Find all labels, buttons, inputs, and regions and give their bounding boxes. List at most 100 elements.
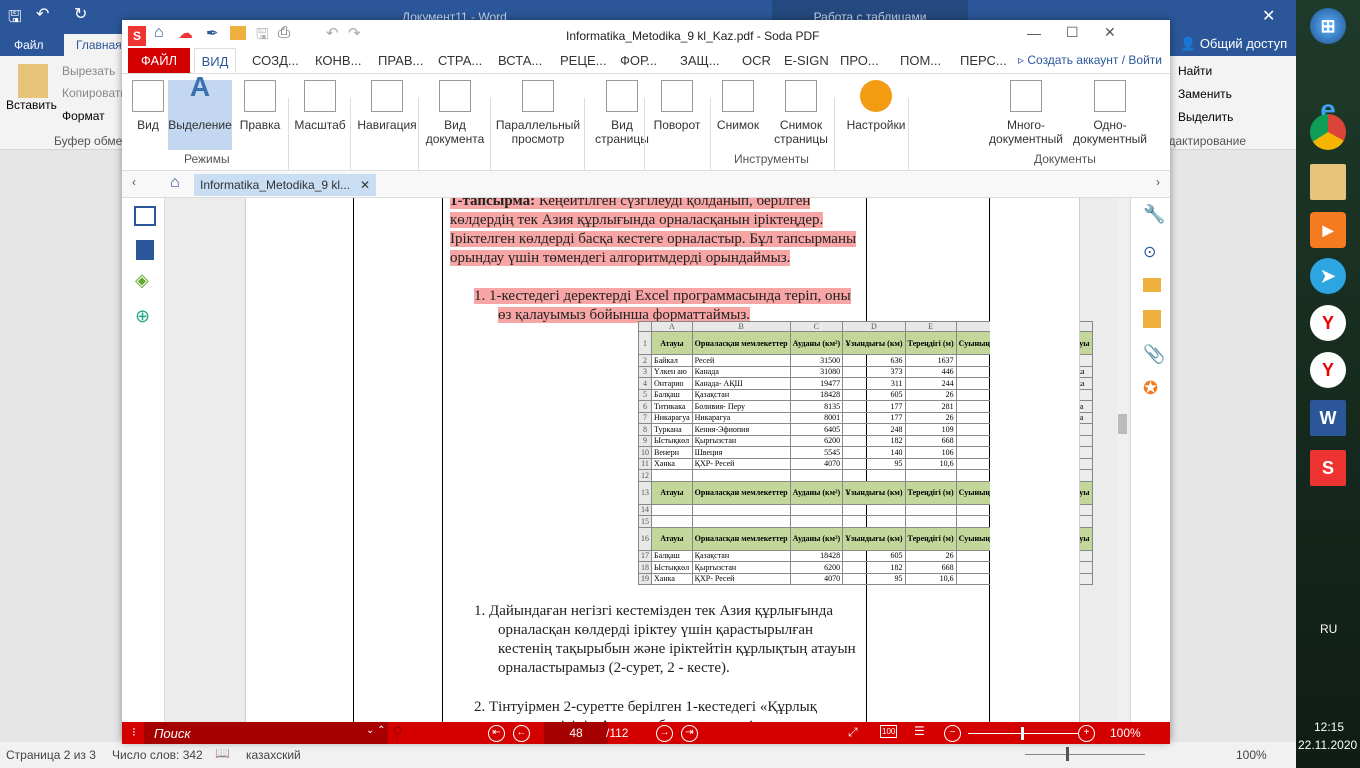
- ribbon-button-snapshot[interactable]: Снимок: [712, 80, 764, 132]
- soda-tab[interactable]: ФОР...: [612, 48, 657, 73]
- zoom-thumb[interactable]: [1066, 747, 1069, 761]
- comment-icon[interactable]: [1143, 310, 1161, 328]
- actual-size-icon[interactable]: 100: [880, 725, 898, 738]
- soda-tab[interactable]: ПРАВ...: [370, 48, 423, 73]
- cloud-icon[interactable]: ☁: [178, 24, 193, 42]
- ribbon-button-edit[interactable]: Правка: [234, 80, 286, 132]
- soda-tab[interactable]: ПРО...: [832, 48, 879, 73]
- search-prev-next-icon[interactable]: ⌄ ⌃: [366, 725, 386, 736]
- grid-icon[interactable]: ⁝: [132, 725, 136, 739]
- share-button[interactable]: 👤 Общий доступ: [1180, 36, 1287, 52]
- page-number-input[interactable]: 48: [544, 722, 608, 744]
- ribbon-button-zoom[interactable]: Масштаб: [290, 80, 350, 132]
- open-folder-icon[interactable]: [230, 26, 246, 40]
- copy-button[interactable]: Копировать: [62, 86, 127, 100]
- ribbon-button-navigation[interactable]: Навигация: [352, 80, 422, 132]
- ribbon-button-multi-document[interactable]: Много-документный: [984, 80, 1068, 146]
- ribbon-button-rotate[interactable]: Поворот: [646, 80, 708, 132]
- fit-width-icon[interactable]: ☰: [914, 724, 925, 738]
- soda-tab[interactable]: OCR: [734, 48, 771, 73]
- format-painter-button[interactable]: Формат: [62, 109, 105, 123]
- media-icon[interactable]: ▶: [1310, 212, 1346, 248]
- telegram-icon[interactable]: ➤: [1310, 258, 1346, 294]
- soda-tab[interactable]: E-SIGN: [776, 48, 829, 73]
- undo-icon[interactable]: ↶: [36, 4, 49, 24]
- ribbon-button-page-snapshot[interactable]: Снимок страницы: [766, 80, 836, 146]
- ribbon-button-select-text[interactable]: A Выделение: [168, 73, 232, 150]
- binoculars-icon[interactable]: ⊙: [1143, 242, 1156, 262]
- proofing-icon[interactable]: 📖: [215, 746, 230, 760]
- zoom-in-icon[interactable]: +: [1078, 725, 1095, 742]
- find-button[interactable]: Найти: [1178, 64, 1212, 78]
- cut-button[interactable]: Вырезать: [62, 64, 115, 78]
- zoom-level[interactable]: 100%: [1110, 726, 1141, 740]
- zoom-slider[interactable]: [1025, 754, 1145, 755]
- scrollbar-thumb[interactable]: [1118, 414, 1127, 434]
- ribbon-button-single-document[interactable]: Одно-документный: [1068, 80, 1152, 146]
- ribbon-button-parallel-view[interactable]: Параллельный просмотр: [492, 80, 584, 146]
- ribbon-button-settings[interactable]: Настройки: [836, 80, 916, 132]
- thumbnails-icon[interactable]: [134, 206, 156, 226]
- zoom-thumb[interactable]: [1021, 727, 1024, 740]
- first-page-icon[interactable]: ⇤: [488, 725, 505, 742]
- save-icon[interactable]: 🖫: [256, 24, 269, 49]
- clock-time[interactable]: 12:15: [1314, 720, 1344, 734]
- scroll-left-icon[interactable]: ‹: [132, 175, 136, 189]
- soda-tab[interactable]: ВИД: [194, 48, 236, 73]
- word-tab-file[interactable]: Файл: [14, 38, 44, 52]
- folder-icon[interactable]: [1143, 278, 1161, 292]
- explorer-icon[interactable]: [1310, 164, 1346, 200]
- soda-tab[interactable]: ВСТА...: [490, 48, 542, 73]
- word-count[interactable]: Число слов: 342: [112, 748, 203, 762]
- pen-icon[interactable]: ✒: [206, 24, 219, 42]
- account-link[interactable]: ▹ Создать аккаунт / Войти: [1018, 53, 1162, 67]
- minimize-icon[interactable]: —: [1027, 25, 1041, 41]
- ribbon-button-hand[interactable]: Вид: [126, 80, 170, 132]
- document-viewer[interactable]: 1-тапсырма: Кеңейтілген сүзгілеуді қолда…: [165, 198, 1130, 722]
- paste-button[interactable]: Вставить: [6, 98, 57, 112]
- select-button[interactable]: Выделить: [1178, 110, 1233, 124]
- ribbon-button-document-view[interactable]: Вид документа: [420, 80, 490, 146]
- language[interactable]: казахский: [246, 748, 301, 762]
- close-icon[interactable]: ✕: [1262, 6, 1275, 26]
- close-tab-icon[interactable]: ✕: [360, 178, 370, 192]
- language-indicator[interactable]: RU: [1320, 622, 1337, 636]
- redo-icon[interactable]: ↷: [348, 24, 361, 42]
- save-icon[interactable]: 🖫: [8, 6, 22, 33]
- redo-icon[interactable]: ↻: [74, 4, 87, 24]
- layers-icon[interactable]: ◈: [135, 270, 149, 291]
- next-page-icon[interactable]: →: [656, 725, 673, 742]
- print-icon[interactable]: ⎙: [278, 24, 290, 41]
- scroll-right-icon[interactable]: ›: [1156, 175, 1160, 189]
- page-count[interactable]: Страница 2 из 3: [6, 748, 96, 762]
- links-icon[interactable]: ⊕: [135, 306, 150, 327]
- home-icon[interactable]: ⌂: [154, 24, 164, 42]
- word-icon[interactable]: W: [1310, 400, 1346, 436]
- certificate-icon[interactable]: ✪: [1143, 378, 1158, 399]
- bookmarks-icon[interactable]: [136, 240, 154, 260]
- soda-tab[interactable]: ПОМ...: [892, 48, 941, 73]
- home-tab-icon[interactable]: ⌂: [170, 174, 180, 192]
- yandex-icon[interactable]: Y: [1310, 305, 1346, 341]
- soda-tab[interactable]: РЕЦЕ...: [552, 48, 606, 73]
- word-zoom-level[interactable]: 100%: [1236, 748, 1267, 762]
- soda-icon[interactable]: S: [1310, 450, 1346, 486]
- document-tab[interactable]: Informatika_Metodika_9 kl... ✕: [194, 174, 376, 196]
- soda-tab[interactable]: СОЗД...: [244, 48, 299, 73]
- maximize-icon[interactable]: ☐: [1066, 24, 1079, 41]
- previous-page-icon[interactable]: ←: [513, 725, 530, 742]
- clock-date[interactable]: 22.11.2020: [1298, 738, 1357, 752]
- undo-icon[interactable]: ↶: [326, 24, 339, 42]
- replace-button[interactable]: Заменить: [1178, 87, 1232, 101]
- tools-icon[interactable]: 🔧: [1143, 204, 1165, 225]
- search-icon[interactable]: ⚲: [392, 723, 403, 741]
- soda-tab[interactable]: ФАЙЛ: [128, 48, 190, 73]
- fit-page-icon[interactable]: ⤢: [848, 725, 858, 740]
- chrome-icon[interactable]: [1310, 114, 1346, 150]
- soda-tab[interactable]: ПЕРС...: [952, 48, 1007, 73]
- close-icon[interactable]: ✕: [1104, 24, 1116, 41]
- zoom-out-icon[interactable]: −: [944, 725, 961, 742]
- soda-tab[interactable]: ЗАЩ...: [672, 48, 720, 73]
- yandex-browser-icon[interactable]: Y: [1310, 352, 1346, 388]
- attachment-icon[interactable]: 📎: [1143, 344, 1165, 365]
